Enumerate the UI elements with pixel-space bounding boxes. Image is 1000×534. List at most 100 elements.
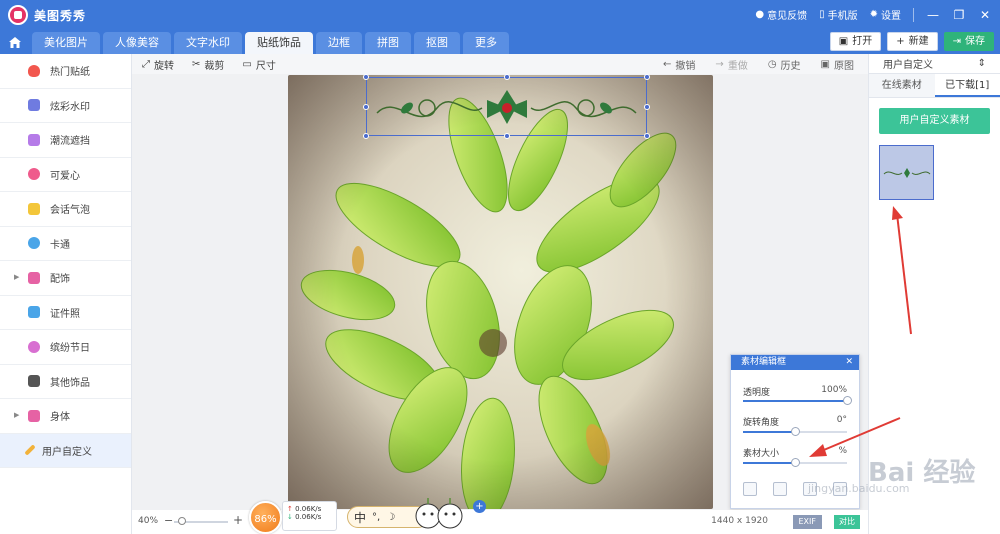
settings-label: 设置 <box>881 11 901 22</box>
rotation-slider-knob[interactable] <box>791 427 800 436</box>
zoom-out-button[interactable]: − <box>164 514 173 527</box>
category-select-value: 用户自定义 <box>883 60 933 71</box>
sidebar-item-label: 配饰 <box>50 274 70 286</box>
save-label: 保存 <box>965 36 985 47</box>
chat-icon: ● <box>755 9 765 20</box>
size-button[interactable]: ▭ 尺寸 <box>242 57 275 72</box>
resize-handle-bottom-left[interactable] <box>363 133 369 139</box>
resize-handle-middle-left[interactable] <box>363 104 369 110</box>
history-button[interactable]: ◷ 历史 <box>768 57 801 72</box>
tab-stickers[interactable]: 贴纸饰品 <box>245 32 313 54</box>
resize-handle-top-right[interactable] <box>644 74 650 80</box>
resize-icon: ▭ <box>242 58 252 70</box>
sidebar-item-id-photo[interactable]: 证件照 <box>0 296 131 330</box>
sidebar-item-hot[interactable]: 热门贴纸 <box>0 54 131 89</box>
phone-icon: ▯ <box>819 9 825 20</box>
down-arrow-icon: ↓ <box>287 513 293 521</box>
size-slider-fill <box>743 462 795 464</box>
ime-moon-icon: ☽ <box>386 511 396 523</box>
up-arrow-icon: ↑ <box>287 505 293 513</box>
tab-text-watermark[interactable]: 文字水印 <box>174 32 242 54</box>
rotate-label: 旋转 <box>154 60 174 72</box>
redo-button[interactable]: → 重做 <box>715 57 747 72</box>
flip-horizontal-icon[interactable] <box>743 482 757 496</box>
close-button[interactable]: ✕ <box>978 8 992 22</box>
rotate-button[interactable]: ⤢ 旋转 <box>142 57 174 72</box>
feedback-button[interactable]: ● 意见反馈 <box>755 7 807 22</box>
undo-button[interactable]: ← 撤销 <box>663 57 695 72</box>
home-button[interactable] <box>0 30 30 54</box>
minimize-button[interactable]: — <box>926 8 940 22</box>
sidebar-item-other[interactable]: 其他饰品 <box>0 365 131 399</box>
tab-beautify[interactable]: 美化图片 <box>32 32 100 54</box>
maximize-button[interactable]: ❐ <box>952 8 966 22</box>
original-label: 原图 <box>834 60 854 72</box>
feedback-label: 意见反馈 <box>767 11 808 22</box>
resize-handle-middle-right[interactable] <box>644 104 650 110</box>
cartoon-bear-icon <box>28 237 40 250</box>
sidebar-item-festivals[interactable]: 缤纷节日 <box>0 330 131 365</box>
crop-button[interactable]: ✂ 裁剪 <box>192 57 224 72</box>
save-button[interactable]: ⇥ 保存 <box>943 32 994 51</box>
edited-photo[interactable] <box>288 75 713 509</box>
sidebar-item-cute-heart[interactable]: 可爱心 <box>0 158 131 192</box>
sidebar-item-body[interactable]: ▶ 身体 <box>0 399 131 434</box>
resize-handle-bottom-right[interactable] <box>644 133 650 139</box>
category-select[interactable]: 用户自定义 ⇕ <box>869 54 1000 74</box>
flip-vertical-icon[interactable] <box>773 482 787 496</box>
bow-icon <box>28 409 40 422</box>
sidebar-item-label: 卡通 <box>50 239 70 251</box>
sticker-selection-box[interactable] <box>363 74 650 139</box>
size-slider-knob[interactable] <box>791 458 800 467</box>
tab-portrait[interactable]: 人像美容 <box>103 32 171 54</box>
zoom-slider-knob[interactable] <box>178 517 186 525</box>
tab-downloaded-materials[interactable]: 已下载[1] <box>934 74 1000 97</box>
mask-icon <box>28 133 40 146</box>
tab-online-materials[interactable]: 在线素材 <box>869 74 935 97</box>
chat-bubble-icon <box>28 202 40 215</box>
zoom-in-button[interactable]: + <box>233 513 243 527</box>
tab-more[interactable]: 更多 <box>463 32 509 54</box>
performance-widget[interactable]: 86% <box>249 501 282 534</box>
tab-collage[interactable]: 拼图 <box>365 32 411 54</box>
resize-handle-top-left[interactable] <box>363 74 369 80</box>
sidebar-item-colorful-watermark[interactable]: 炫彩水印 <box>0 89 131 123</box>
title-bar-divider <box>913 7 914 22</box>
tab-frames[interactable]: 边框 <box>316 32 362 54</box>
resize-handle-bottom-middle[interactable] <box>504 133 510 139</box>
settings-button[interactable]: ✹ 设置 <box>870 7 901 22</box>
size-label: 素材大小 <box>743 449 780 459</box>
rotation-label: 旋转角度 <box>743 418 780 428</box>
editor-header: 素材编辑框 ✕ <box>731 355 859 370</box>
opacity-slider-knob[interactable] <box>843 396 852 405</box>
sidebar-item-custom[interactable]: 用户自定义 <box>0 433 131 468</box>
sidebar-item-speech-bubble[interactable]: 会话气泡 <box>0 192 131 227</box>
upload-speed-value: 0.06K/s <box>295 505 322 513</box>
opacity-slider[interactable] <box>743 396 852 405</box>
material-thumbnail[interactable] <box>879 145 934 200</box>
sidebar-item-label: 可爱心 <box>50 170 80 182</box>
original-button[interactable]: ▣ 原图 <box>821 57 854 72</box>
ornament-sticker <box>376 90 637 124</box>
sidebar-item-trend-cover[interactable]: 潮流遮挡 <box>0 123 131 158</box>
tab-cutout[interactable]: 抠图 <box>414 32 460 54</box>
baidu-jingyan-watermark: Bai 经验 jingyan.baidu.com <box>808 452 998 518</box>
phone-version-button[interactable]: ▯ 手机版 <box>819 7 858 22</box>
bow-icon <box>28 271 40 284</box>
balloon-icon <box>28 340 40 353</box>
plus-icon: + <box>896 36 905 47</box>
heart-icon <box>28 168 40 181</box>
new-button[interactable]: + 新建 <box>887 32 938 51</box>
close-icon[interactable]: ✕ <box>845 355 853 370</box>
resize-handle-top-middle[interactable] <box>504 74 510 80</box>
rotate-icon: ⤢ <box>142 58 150 70</box>
open-button[interactable]: ▣ 打开 <box>829 32 882 51</box>
sidebar-item-label: 用户自定义 <box>42 446 92 458</box>
add-widget-button[interactable]: + <box>473 500 486 513</box>
history-label: 历史 <box>780 60 801 72</box>
custom-material-button[interactable]: 用户自定义素材 <box>879 108 990 134</box>
sidebar-item-cartoon[interactable]: 卡通 <box>0 227 131 261</box>
sidebar-item-label: 身体 <box>50 412 70 424</box>
sidebar-item-accessories[interactable]: ▶ 配饰 <box>0 261 131 296</box>
id-photo-icon <box>28 306 40 319</box>
